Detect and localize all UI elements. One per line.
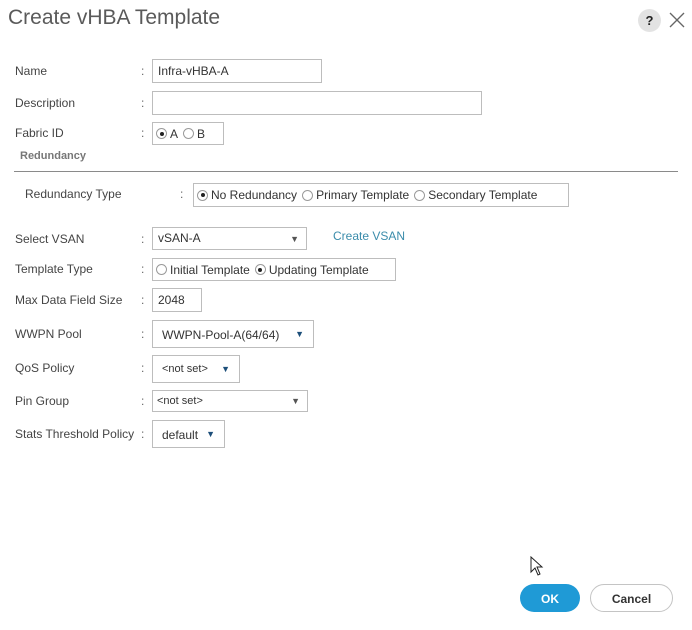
radio-label: Primary Template — [316, 188, 410, 202]
colon: : — [141, 293, 145, 307]
max-data-field-size-input[interactable]: 2048 — [152, 288, 202, 312]
stats-threshold-policy-label: Stats Threshold Policy — [15, 427, 135, 441]
template-type-radio-group: Initial Template Updating Template — [152, 258, 396, 281]
colon: : — [141, 232, 145, 246]
mouse-cursor-icon — [530, 556, 544, 576]
wwpn-pool-value: WWPN-Pool-A(64/64) — [162, 328, 280, 342]
help-button[interactable]: ? — [638, 9, 661, 32]
radio-selected-icon — [156, 128, 167, 139]
stats-threshold-policy-value: default — [162, 428, 199, 442]
create-vsan-link[interactable]: Create VSAN — [333, 229, 405, 243]
colon: : — [141, 96, 145, 110]
wwpn-pool-dropdown[interactable]: WWPN-Pool-A(64/64) ▼ — [152, 320, 314, 348]
qos-policy-value: <not set> — [162, 363, 208, 375]
cancel-button[interactable]: Cancel — [590, 584, 673, 612]
qos-policy-dropdown[interactable]: <not set> ▼ — [152, 355, 240, 383]
template-type-label: Template Type — [15, 262, 93, 276]
qos-policy-label: QoS Policy — [15, 361, 75, 375]
colon: : — [141, 64, 145, 78]
close-icon[interactable] — [667, 10, 687, 30]
select-vsan-dropdown[interactable]: vSAN-A ▼ — [152, 227, 307, 250]
radio-label: A — [170, 126, 179, 141]
max-data-field-size-label: Max Data Field Size — [15, 293, 123, 307]
wwpn-pool-label: WWPN Pool — [15, 327, 82, 341]
description-label: Description — [15, 96, 76, 110]
fabric-id-label: Fabric ID — [15, 126, 64, 140]
colon: : — [141, 394, 145, 408]
colon: : — [141, 262, 145, 276]
pin-group-dropdown[interactable]: <not set> ▼ — [152, 390, 308, 412]
colon: : — [141, 327, 145, 341]
colon: : — [180, 187, 184, 201]
chevron-down-icon: ▼ — [221, 364, 230, 374]
radio-label: No Redundancy — [211, 188, 298, 202]
chevron-down-icon: ▼ — [291, 396, 300, 406]
select-vsan-value: vSAN-A — [158, 231, 201, 245]
redundancy-type-label: Redundancy Type — [25, 187, 122, 201]
radio-unselected-icon — [414, 189, 426, 201]
name-input[interactable]: Infra-vHBA-A — [152, 59, 322, 83]
select-vsan-label: Select VSAN — [15, 232, 85, 246]
section-divider — [14, 171, 678, 172]
chevron-down-icon: ▼ — [206, 429, 215, 439]
dialog-title: Create vHBA Template — [8, 6, 221, 29]
fabric-id-radio-a[interactable]: A — [156, 127, 178, 141]
radio-selected-icon — [254, 264, 266, 275]
chevron-down-icon: ▼ — [290, 233, 299, 244]
radio-label: Initial Template — [170, 262, 250, 277]
radio-selected-icon — [197, 189, 208, 201]
pin-group-label: Pin Group — [15, 394, 70, 408]
chevron-down-icon: ▼ — [295, 329, 304, 339]
template-type-initial-radio[interactable]: Initial Template — [156, 263, 250, 277]
description-input[interactable] — [152, 91, 482, 115]
colon: : — [141, 361, 145, 375]
fabric-id-radio-b[interactable]: B — [183, 127, 205, 141]
redundancy-no-redundancy-radio[interactable]: No Redundancy — [197, 188, 297, 202]
radio-unselected-icon — [183, 128, 195, 139]
ok-button[interactable]: OK — [520, 584, 580, 612]
radio-label: Secondary Template — [428, 188, 538, 202]
radio-unselected-icon — [156, 264, 167, 275]
colon: : — [141, 126, 145, 140]
stats-threshold-policy-dropdown[interactable]: default ▼ — [152, 420, 225, 448]
radio-unselected-icon — [302, 189, 314, 201]
redundancy-type-radio-group: No Redundancy Primary Template Secondary… — [193, 183, 569, 207]
colon: : — [141, 427, 145, 441]
radio-label: Updating Template — [268, 262, 369, 277]
redundancy-primary-template-radio[interactable]: Primary Template — [302, 188, 409, 202]
name-label: Name — [15, 64, 48, 78]
fabric-id-radio-group: A B — [152, 122, 224, 145]
redundancy-secondary-template-radio[interactable]: Secondary Template — [414, 188, 537, 202]
pin-group-value: <not set> — [157, 395, 203, 407]
redundancy-section-heading: Redundancy — [20, 150, 87, 162]
template-type-updating-radio[interactable]: Updating Template — [254, 262, 369, 277]
radio-label: B — [197, 126, 206, 141]
